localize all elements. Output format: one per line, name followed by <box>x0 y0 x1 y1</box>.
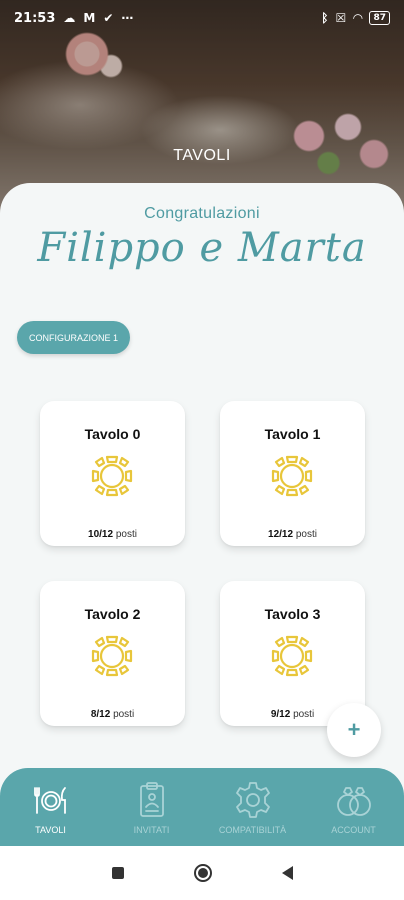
configuration-button[interactable]: CONFIGURAZIONE 1 <box>17 321 130 354</box>
nav-label: COMPATIBILITÀ <box>218 825 287 835</box>
rings-icon <box>336 787 371 816</box>
back-button[interactable] <box>281 866 293 880</box>
status-time: 21:53 <box>14 10 56 26</box>
round-table-icon <box>91 455 133 497</box>
table-name: Tavolo 1 <box>264 426 321 442</box>
nav-item-invitati[interactable]: INVITATI <box>101 768 202 846</box>
recents-button[interactable] <box>111 867 124 879</box>
check-icon: ✔ <box>103 11 114 25</box>
cutlery-icon <box>33 787 66 814</box>
clipboard-icon <box>139 782 164 817</box>
nav-label: TAVOLI <box>35 825 66 835</box>
page-title: TAVOLI <box>173 147 231 164</box>
more-icon: ⋯ <box>121 11 134 25</box>
home-button[interactable] <box>193 864 212 882</box>
gear-icon <box>235 782 270 818</box>
seat-count: 10/12 posti <box>88 529 137 540</box>
round-table-icon <box>271 455 313 497</box>
add-table-button[interactable]: + <box>327 703 381 757</box>
wifi-icon: ◠ <box>353 11 363 25</box>
cloud-icon: ☁ <box>63 11 76 25</box>
nav-item-compatibilita[interactable]: COMPATIBILITÀ <box>202 768 303 846</box>
nav-label: ACCOUNT <box>331 825 376 835</box>
table-card[interactable]: Tavolo 2 8/12 posti <box>40 581 185 726</box>
round-table-icon <box>271 635 313 677</box>
gmail-icon: M <box>83 11 96 25</box>
status-bar: 21:53 ☁ M ✔ ⋯ ᛒ ☒ ◠ 87 <box>0 0 404 36</box>
nav-item-tavoli[interactable]: TAVOLI <box>0 768 101 846</box>
battery-icon: 87 <box>369 11 390 25</box>
congrats-text: Congratulazioni <box>144 205 260 222</box>
seat-count: 12/12 posti <box>268 529 317 540</box>
table-name: Tavolo 3 <box>264 606 321 622</box>
bluetooth-icon: ᛒ <box>321 11 329 25</box>
bottom-nav: TAVOLI INVITATI COMPATIBILITÀ ACCOUNT <box>0 768 404 846</box>
round-table-icon <box>91 635 133 677</box>
nav-item-account[interactable]: ACCOUNT <box>303 768 404 846</box>
table-name: Tavolo 2 <box>84 606 141 622</box>
seat-count: 8/12 posti <box>90 709 135 720</box>
sim-icon: ☒ <box>335 11 347 25</box>
table-card[interactable]: Tavolo 1 12/12 posti <box>220 401 365 546</box>
nav-label: INVITATI <box>133 825 170 835</box>
table-name: Tavolo 0 <box>84 426 141 442</box>
table-card[interactable]: Tavolo 0 10/12 posti <box>40 401 185 546</box>
system-nav-bar <box>0 846 404 900</box>
couple-names: Filippo e Marta <box>37 225 367 271</box>
